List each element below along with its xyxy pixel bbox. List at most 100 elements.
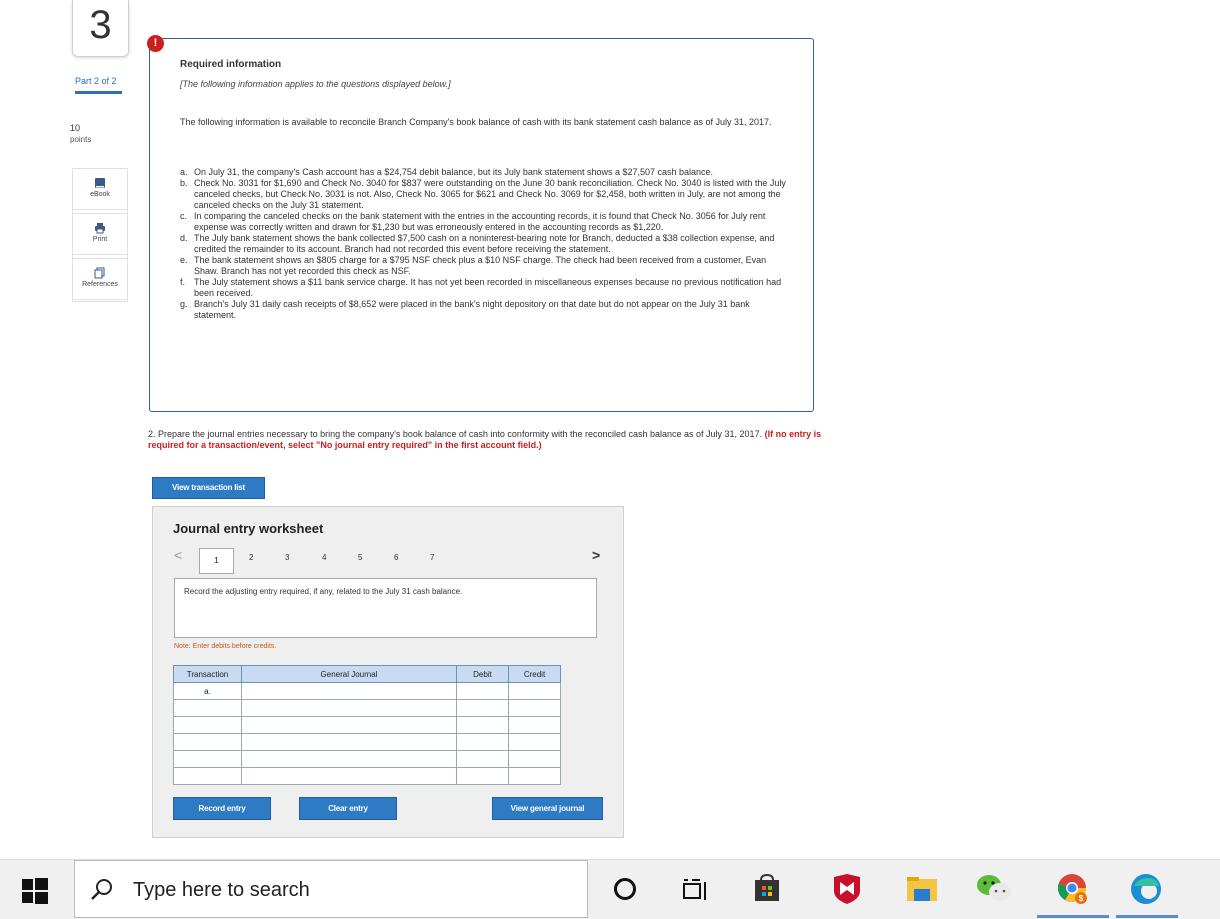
item-text: The July statement shows a $11 bank serv… bbox=[194, 277, 782, 298]
debit-field[interactable] bbox=[456, 716, 509, 734]
required-information-subtitle: [The following information applies to th… bbox=[180, 79, 451, 89]
column-transaction: Transaction bbox=[173, 665, 242, 683]
credit-field[interactable] bbox=[508, 716, 561, 734]
points-value: 10 bbox=[70, 123, 81, 133]
item-letter: f. bbox=[180, 277, 186, 287]
debit-field[interactable] bbox=[456, 682, 509, 700]
part-progress-bar bbox=[75, 91, 122, 94]
item-letter: a. bbox=[180, 167, 188, 177]
references-button[interactable]: References bbox=[72, 258, 128, 300]
table-row bbox=[173, 699, 561, 717]
debit-field[interactable] bbox=[456, 699, 509, 717]
chrome-active-indicator bbox=[1037, 915, 1109, 918]
printer-icon bbox=[95, 223, 105, 234]
column-general-journal: General Journal bbox=[241, 665, 457, 683]
item-letter: c. bbox=[180, 211, 188, 221]
account-field[interactable] bbox=[241, 767, 457, 785]
worksheet-page-7[interactable]: 7 bbox=[430, 553, 434, 562]
item-letter: d. bbox=[180, 233, 188, 243]
worksheet-page-5[interactable]: 5 bbox=[358, 553, 362, 562]
points-label: points bbox=[70, 135, 92, 144]
table-row bbox=[173, 750, 561, 768]
worksheet-title: Journal entry worksheet bbox=[173, 521, 324, 536]
mcafee-icon[interactable] bbox=[832, 873, 862, 905]
item-letter: g. bbox=[180, 299, 188, 309]
references-icon bbox=[94, 267, 105, 279]
debit-field[interactable] bbox=[456, 733, 509, 751]
column-debit: Debit bbox=[456, 665, 509, 683]
worksheet-page-1[interactable]: 1 bbox=[199, 548, 234, 574]
print-button[interactable]: Print bbox=[72, 213, 128, 255]
search-placeholder: Type here to search bbox=[133, 879, 310, 901]
list-item: b. Check No. 3031 for $1,690 and Check No… bbox=[180, 178, 790, 211]
transaction-cell bbox=[173, 767, 242, 785]
transaction-cell bbox=[173, 699, 242, 717]
list-item: a. On July 31, the company's Cash account… bbox=[180, 167, 790, 178]
account-field[interactable] bbox=[241, 716, 457, 734]
edge-active-indicator bbox=[1116, 915, 1178, 918]
transaction-cell bbox=[173, 750, 242, 768]
cortana-icon[interactable] bbox=[612, 876, 638, 902]
list-item: d. The July bank statement shows the bank… bbox=[180, 233, 790, 255]
transaction-cell bbox=[173, 716, 242, 734]
prev-page-button[interactable]: < bbox=[174, 547, 182, 563]
chrome-icon[interactable]: $ bbox=[1056, 872, 1090, 906]
svg-text:$: $ bbox=[1079, 894, 1084, 903]
prompt-text: 2. Prepare the journal entries necessary… bbox=[148, 429, 763, 439]
table-row bbox=[173, 767, 561, 785]
table-row bbox=[173, 733, 561, 751]
next-page-button[interactable]: > bbox=[592, 547, 600, 563]
list-item: e. The bank statement shows an $805 charg… bbox=[180, 255, 790, 277]
item-text: Check No. 3031 for $1,690 and Check No. … bbox=[194, 178, 786, 210]
credit-field[interactable] bbox=[508, 733, 561, 751]
worksheet-page-6[interactable]: 6 bbox=[394, 553, 398, 562]
credit-field[interactable] bbox=[508, 750, 561, 768]
question-prompt: 2. Prepare the journal entries necessary… bbox=[148, 429, 828, 451]
view-general-journal-button[interactable]: View general journal bbox=[492, 797, 603, 820]
required-information-title: Required information bbox=[180, 59, 282, 70]
list-item: g. Branch's July 31 daily cash receipts o… bbox=[180, 299, 790, 321]
ebook-label: eBook bbox=[90, 191, 110, 198]
debit-field[interactable] bbox=[456, 750, 509, 768]
record-instruction-text: Record the adjusting entry required, if … bbox=[184, 587, 463, 596]
worksheet-page-2[interactable]: 2 bbox=[249, 553, 253, 562]
credit-field[interactable] bbox=[508, 767, 561, 785]
account-field[interactable] bbox=[241, 682, 457, 700]
credit-field[interactable] bbox=[508, 699, 561, 717]
account-field[interactable] bbox=[241, 750, 457, 768]
question-number: 3 bbox=[72, 0, 129, 57]
store-icon[interactable] bbox=[752, 873, 782, 903]
search-icon bbox=[91, 879, 112, 900]
intro-text: The following information is available t… bbox=[180, 117, 772, 127]
windows-start-icon[interactable] bbox=[22, 878, 48, 904]
item-text: The bank statement shows an $805 charge … bbox=[194, 255, 767, 276]
account-field[interactable] bbox=[241, 699, 457, 717]
journal-table: Transaction General Journal Debit Credit… bbox=[173, 665, 561, 785]
print-label: Print bbox=[92, 236, 108, 243]
edge-icon[interactable] bbox=[1128, 872, 1164, 906]
debit-field[interactable] bbox=[456, 767, 509, 785]
transaction-cell bbox=[173, 733, 242, 751]
list-item: c. In comparing the canceled checks on th… bbox=[180, 211, 790, 233]
worksheet-page-4[interactable]: 4 bbox=[322, 553, 326, 562]
view-transaction-list-button[interactable]: View transaction list bbox=[152, 477, 265, 499]
references-label: References bbox=[82, 281, 118, 288]
file-explorer-icon[interactable] bbox=[906, 875, 938, 903]
info-items-list: a. On July 31, the company's Cash account… bbox=[180, 167, 790, 321]
clear-entry-button[interactable]: Clear entry bbox=[299, 797, 397, 820]
wechat-icon[interactable] bbox=[976, 873, 1012, 903]
table-row bbox=[173, 716, 561, 734]
item-letter: b. bbox=[180, 178, 188, 188]
item-text: Branch's July 31 daily cash receipts of … bbox=[194, 299, 750, 320]
debits-note: Note: Enter debits before credits. bbox=[174, 643, 277, 650]
list-item: f. The July statement shows a $11 bank se… bbox=[180, 277, 790, 299]
transaction-cell: a. bbox=[173, 682, 242, 700]
credit-field[interactable] bbox=[508, 682, 561, 700]
column-credit: Credit bbox=[508, 665, 561, 683]
task-view-icon[interactable] bbox=[682, 876, 710, 902]
record-entry-button[interactable]: Record entry bbox=[173, 797, 271, 820]
ebook-button[interactable]: eBook bbox=[72, 168, 128, 210]
item-text: On July 31, the company's Cash account h… bbox=[194, 167, 714, 177]
account-field[interactable] bbox=[241, 733, 457, 751]
worksheet-page-3[interactable]: 3 bbox=[285, 553, 289, 562]
